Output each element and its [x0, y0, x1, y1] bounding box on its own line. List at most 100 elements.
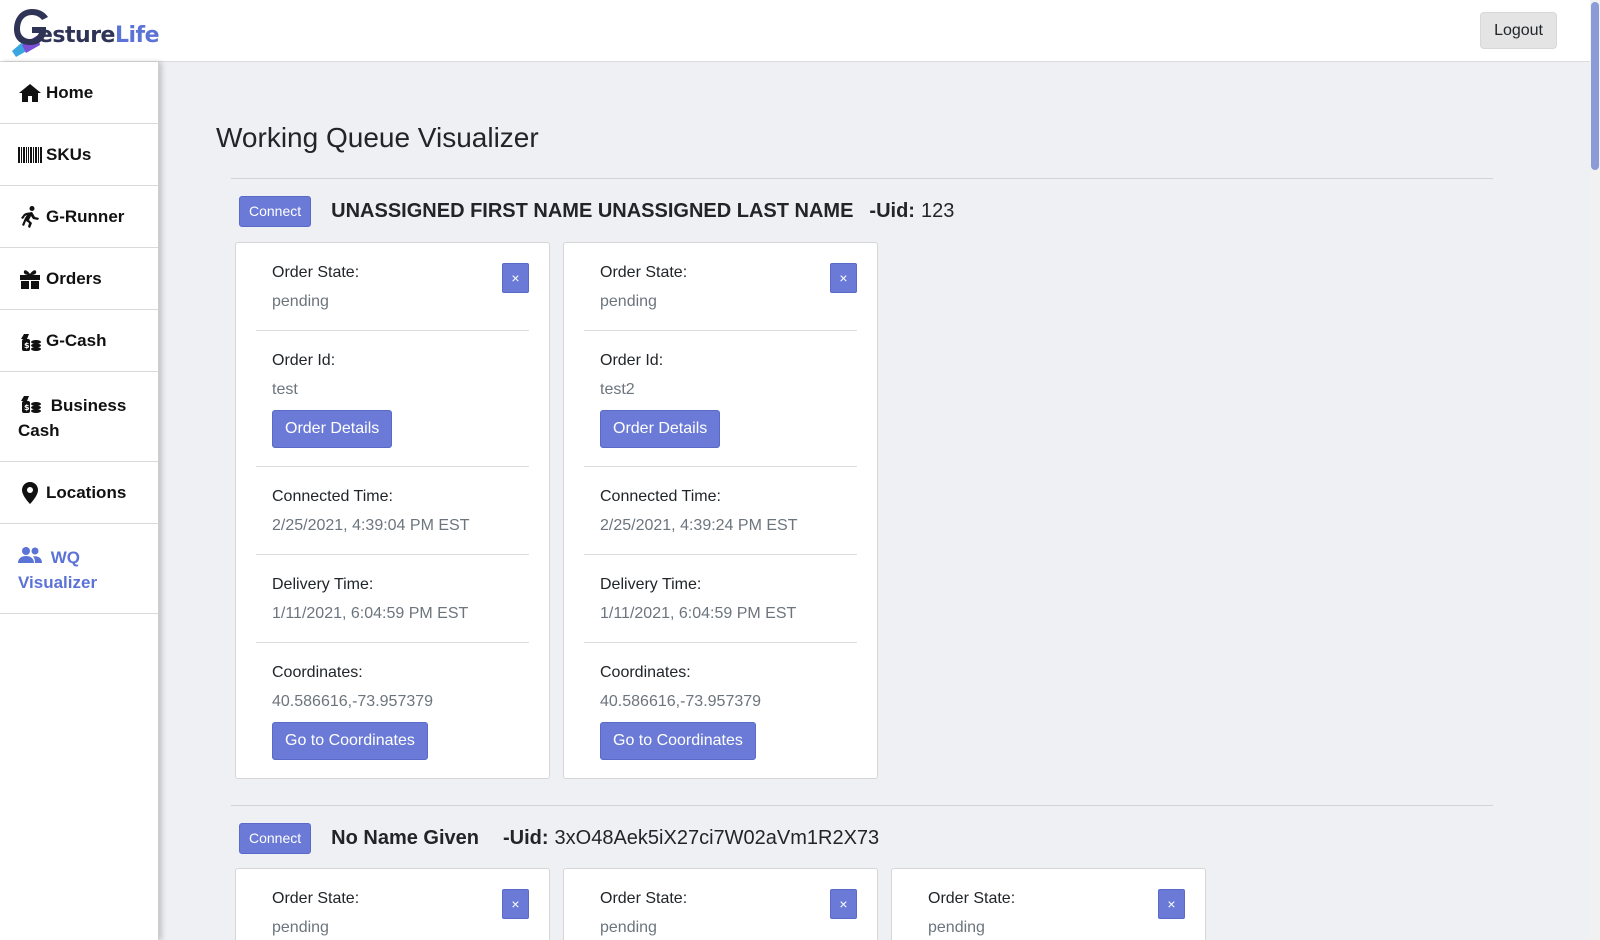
- divider: [231, 178, 1493, 179]
- sidebar-item-g-runner[interactable]: G-Runner: [0, 186, 158, 248]
- connected-time-label: Connected Time:: [600, 488, 721, 505]
- runner-icon: [18, 205, 42, 229]
- divider: [231, 805, 1493, 806]
- coordinates-value: 40.586616,-73.957379: [600, 693, 762, 710]
- gift-icon: [18, 267, 42, 291]
- group-header: Connect No Name Given -Uid: 3xO48Aek5iX2…: [239, 822, 879, 854]
- svg-text:$: $: [24, 403, 30, 412]
- order-id-value: test2: [600, 381, 635, 398]
- logo-g-icon: [8, 5, 54, 57]
- svg-text:$: $: [24, 341, 30, 350]
- sidebar-item-g-cash[interactable]: $ G-Cash: [0, 310, 158, 372]
- order-details-button[interactable]: Order Details: [600, 410, 721, 448]
- close-button[interactable]: ×: [830, 889, 857, 919]
- sidebar-item-home[interactable]: Home: [0, 62, 158, 124]
- sidebar-item-locations[interactable]: Locations: [0, 462, 158, 524]
- logo-text-part-2: Life: [114, 22, 160, 48]
- order-card: Order State: pending ×: [891, 868, 1206, 940]
- order-card: Order State: pending ×: [563, 868, 878, 940]
- sidebar: Home SKUs G-Runner Orders $ G-Cash $ Bus…: [0, 62, 159, 940]
- order-state-label: Order State:: [928, 890, 1016, 907]
- order-state-section: Order State: pending ×: [584, 869, 857, 940]
- delivery-time-label: Delivery Time:: [600, 576, 702, 593]
- sidebar-item-label: Home: [46, 83, 94, 102]
- sidebar-item-label: Locations: [46, 483, 127, 502]
- order-state-section: Order State: pending ×: [256, 869, 529, 940]
- connect-button[interactable]: Connect: [239, 822, 312, 854]
- connected-time-section: Connected Time: 2/25/2021, 4:39:04 PM ES…: [256, 467, 529, 555]
- barcode-icon: [18, 143, 42, 167]
- scrollbar-thumb[interactable]: [1591, 2, 1599, 170]
- order-state-value: pending: [272, 293, 329, 310]
- sidebar-item-label: Orders: [46, 269, 102, 288]
- order-state-section: Order State: pending ×: [584, 243, 857, 331]
- sidebar-item-label: G-Runner: [46, 207, 125, 226]
- order-state-section: Order State: pending ×: [256, 243, 529, 331]
- go-to-coordinates-button[interactable]: Go to Coordinates: [272, 722, 428, 760]
- go-to-coordinates-button[interactable]: Go to Coordinates: [600, 722, 756, 760]
- coordinates-label: Coordinates:: [272, 664, 363, 681]
- uid-label: -Uid:: [869, 199, 915, 222]
- group-header: Connect UNASSIGNED FIRST NAME UNASSIGNED…: [239, 195, 954, 227]
- main-content: Working Queue Visualizer Connect UNASSIG…: [159, 62, 1590, 940]
- order-state-label: Order State:: [272, 890, 360, 907]
- sidebar-item-business-cash[interactable]: $ Business Cash: [0, 372, 158, 462]
- connected-time-value: 2/25/2021, 4:39:24 PM EST: [600, 517, 798, 534]
- order-id-value: test: [272, 381, 298, 398]
- order-state-label: Order State:: [272, 264, 360, 281]
- connected-time-label: Connected Time:: [272, 488, 393, 505]
- order-state-value: pending: [600, 919, 657, 936]
- close-button[interactable]: ×: [1158, 889, 1185, 919]
- order-id-label: Order Id:: [600, 352, 664, 369]
- close-button[interactable]: ×: [830, 263, 857, 293]
- group-name: UNASSIGNED FIRST NAME UNASSIGNED LAST NA…: [331, 199, 854, 222]
- gesturelife-logo[interactable]: estureLife: [8, 4, 160, 58]
- close-button[interactable]: ×: [502, 263, 529, 293]
- money-icon: $: [18, 329, 42, 353]
- order-details-button[interactable]: Order Details: [272, 410, 393, 448]
- order-state-label: Order State:: [600, 890, 688, 907]
- coordinates-section: Coordinates: 40.586616,-73.957379 Go to …: [584, 643, 857, 778]
- order-state-value: pending: [272, 919, 329, 936]
- logout-button[interactable]: Logout: [1480, 12, 1557, 49]
- page-scrollbar[interactable]: [1590, 0, 1600, 940]
- order-card: Order State: pending ×: [235, 868, 550, 940]
- delivery-time-value: 1/11/2021, 6:04:59 PM EST: [600, 605, 797, 622]
- money-icon: $: [18, 391, 42, 415]
- order-id-label: Order Id:: [272, 352, 336, 369]
- order-state-label: Order State:: [600, 264, 688, 281]
- delivery-time-label: Delivery Time:: [272, 576, 374, 593]
- order-card: Order State: pending × Order Id: test2 O…: [563, 242, 878, 779]
- order-card: Order State: pending × Order Id: test Or…: [235, 242, 550, 779]
- sidebar-item-orders[interactable]: Orders: [0, 248, 158, 310]
- users-icon: [18, 543, 42, 567]
- order-id-section: Order Id: test2 Order Details: [584, 331, 857, 467]
- map-pin-icon: [18, 481, 42, 505]
- sidebar-item-skus[interactable]: SKUs: [0, 124, 158, 186]
- sidebar-item-label: SKUs: [46, 145, 92, 164]
- top-bar: estureLife Logout: [0, 0, 1590, 62]
- group-name: No Name Given: [331, 826, 479, 849]
- delivery-time-value: 1/11/2021, 6:04:59 PM EST: [272, 605, 469, 622]
- order-state-value: pending: [928, 919, 985, 936]
- uid-label: -Uid:: [502, 826, 549, 849]
- home-icon: [18, 81, 42, 105]
- connected-time-section: Connected Time: 2/25/2021, 4:39:24 PM ES…: [584, 467, 857, 555]
- connect-button[interactable]: Connect: [239, 195, 312, 227]
- coordinates-section: Coordinates: 40.586616,-73.957379 Go to …: [256, 643, 529, 778]
- connected-time-value: 2/25/2021, 4:39:04 PM EST: [272, 517, 470, 534]
- page-title: Working Queue Visualizer: [216, 122, 539, 153]
- delivery-time-section: Delivery Time: 1/11/2021, 6:04:59 PM EST: [256, 555, 529, 643]
- sidebar-item-wq-visualizer[interactable]: WQ Visualizer: [0, 524, 158, 614]
- order-state-value: pending: [600, 293, 657, 310]
- coordinates-label: Coordinates:: [600, 664, 691, 681]
- uid-value: 123: [920, 199, 955, 222]
- delivery-time-section: Delivery Time: 1/11/2021, 6:04:59 PM EST: [584, 555, 857, 643]
- order-id-section: Order Id: test Order Details: [256, 331, 529, 467]
- logo-text: estureLife: [38, 22, 160, 48]
- coordinates-value: 40.586616,-73.957379: [272, 693, 434, 710]
- sidebar-item-label: G-Cash: [46, 331, 107, 350]
- close-button[interactable]: ×: [502, 889, 529, 919]
- order-state-section: Order State: pending ×: [912, 869, 1185, 940]
- uid-value: 3xO48Aek5iX27ci7W02aVm1R2X73: [554, 826, 880, 849]
